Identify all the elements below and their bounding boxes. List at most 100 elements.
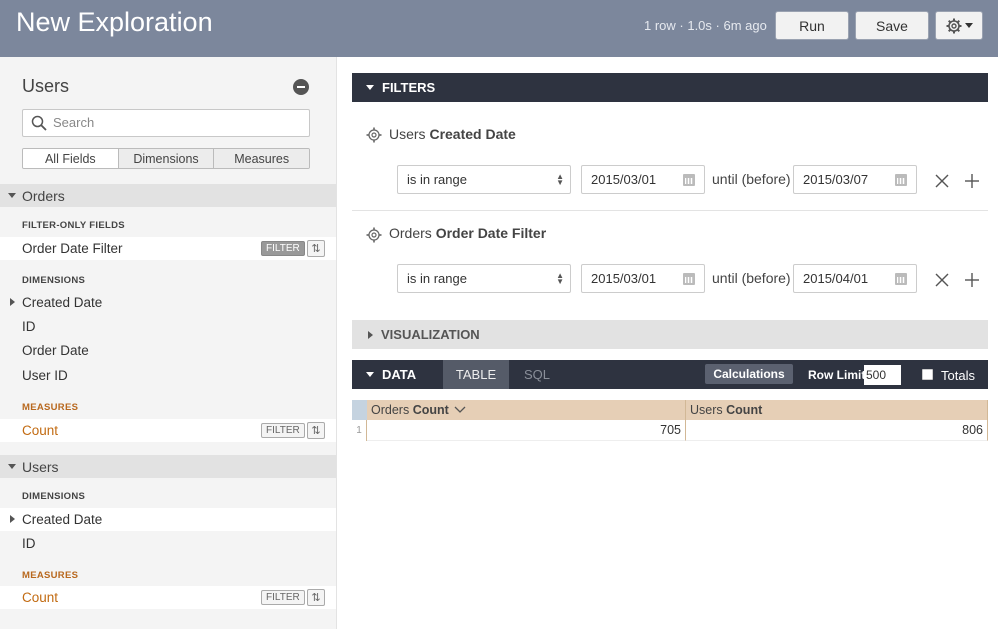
field-item-count[interactable]: Count FILTER ⇅ (0, 419, 336, 442)
filters-section-header[interactable]: FILTERS (352, 73, 988, 102)
collapse-icon[interactable] (293, 79, 309, 95)
view-group-users[interactable]: Users (0, 455, 336, 478)
until-label: until (before) (712, 270, 791, 286)
field-label: User ID (22, 368, 68, 383)
visualization-section-header[interactable]: VISUALIZATION (352, 320, 988, 349)
calendar-icon (895, 273, 907, 285)
filter-operator-select[interactable]: is in range ▲ ▼ (397, 165, 571, 194)
row-limit-label: Row Limit (808, 368, 866, 382)
row-limit-input[interactable] (864, 365, 901, 385)
expand-arrow-icon (10, 298, 15, 306)
calendar-icon (683, 174, 695, 186)
section-label: FILTER-ONLY FIELDS (22, 220, 125, 231)
field-item-count[interactable]: Count FILTER ⇅ (0, 586, 336, 609)
settings-dropdown-button[interactable] (935, 11, 983, 40)
field-item-order-date-filter[interactable]: Order Date Filter FILTER ⇅ (0, 237, 336, 260)
field-label: Count (22, 423, 59, 438)
filter-divider (352, 210, 988, 211)
field-item-user-id[interactable]: User ID (0, 364, 336, 387)
field-picker-sidebar: Users All Fields Dimensions Measures Ord… (0, 57, 337, 629)
filter-view-name: Users (389, 126, 426, 142)
expand-arrow-icon (368, 330, 373, 339)
totals-checkbox[interactable] (922, 369, 933, 380)
view-group-label: Orders (22, 187, 65, 204)
date-from-input[interactable]: 2015/03/01 (581, 165, 705, 194)
calendar-icon (683, 273, 695, 285)
explore-title: Users (22, 76, 70, 96)
date-from-input[interactable]: 2015/03/01 (581, 264, 705, 293)
updown-icon: ▲ ▼ (556, 172, 564, 187)
search-input[interactable] (53, 115, 303, 130)
field-label: Count (22, 590, 59, 605)
tab-measures[interactable]: Measures (214, 149, 309, 168)
date-to-input[interactable]: 2015/03/07 (793, 165, 917, 194)
column-header[interactable]: Orders Count (367, 400, 686, 420)
view-group-orders[interactable]: Orders (0, 184, 336, 207)
section-title: DATA (382, 367, 417, 382)
pivot-icon[interactable]: ⇅ (307, 240, 325, 257)
add-filter-icon[interactable] (965, 273, 979, 287)
select-value: is in range (407, 172, 467, 187)
field-item-id[interactable]: ID (0, 532, 336, 555)
search-box (22, 109, 310, 137)
calculations-button[interactable]: Calculations (705, 364, 793, 384)
section-title: VISUALIZATION (381, 327, 480, 342)
view-group-label: Users (22, 458, 59, 475)
updown-icon: ▲ ▼ (556, 271, 564, 286)
field-filter-tabs: All Fields Dimensions Measures (22, 148, 310, 169)
column-field: Count (412, 403, 449, 417)
run-button[interactable]: Run (775, 11, 849, 40)
field-item-created-date[interactable]: Created Date (0, 508, 336, 531)
expand-arrow-icon (10, 515, 15, 523)
until-label: until (before) (712, 171, 791, 187)
date-value: 2015/03/07 (803, 172, 869, 187)
filter-field-name: Order Date Filter (435, 225, 547, 241)
search-icon (31, 115, 47, 131)
field-label: Order Date Filter (22, 241, 123, 256)
date-value: 2015/03/01 (591, 172, 657, 187)
add-filter-icon[interactable] (965, 174, 979, 188)
tab-table[interactable]: TABLE (443, 360, 509, 389)
gear-icon[interactable] (366, 227, 382, 243)
field-label: ID (22, 319, 36, 334)
filter-operator-select[interactable]: is in range ▲ ▼ (397, 264, 571, 293)
top-header: New Exploration 1 row · 1.0s · 6m ago Ru… (0, 0, 998, 57)
tab-dimensions[interactable]: Dimensions (118, 149, 215, 168)
filter-field-title: Orders Order Date Filter (389, 225, 546, 241)
filter-button[interactable]: FILTER (261, 423, 305, 438)
pivot-icon[interactable]: ⇅ (307, 589, 325, 606)
sort-chevron-icon[interactable] (454, 406, 466, 414)
remove-filter-icon[interactable] (935, 273, 949, 287)
gear-icon[interactable] (366, 127, 382, 143)
section-label: DIMENSIONS (22, 275, 86, 286)
grid-corner (352, 400, 367, 420)
field-item-created-date[interactable]: Created Date (0, 291, 336, 314)
column-view: Users (690, 403, 723, 417)
date-to-input[interactable]: 2015/04/01 (793, 264, 917, 293)
date-value: 2015/03/01 (591, 271, 657, 286)
field-label: Created Date (22, 512, 103, 527)
collapse-arrow-icon (8, 193, 16, 198)
save-button[interactable]: Save (855, 11, 929, 40)
chevron-down-icon (964, 23, 973, 28)
field-label: Order Date (22, 343, 89, 358)
pivot-icon[interactable]: ⇅ (307, 422, 325, 439)
filter-field-title: Users Created Date (389, 126, 516, 142)
tab-all-fields[interactable]: All Fields (23, 149, 119, 168)
filter-button[interactable]: FILTER (261, 241, 305, 256)
tab-sql[interactable]: SQL (524, 360, 550, 389)
field-item-id[interactable]: ID (0, 315, 336, 338)
collapse-arrow-icon (366, 372, 374, 377)
table-cell: 806 (686, 420, 988, 441)
section-label: DIMENSIONS (22, 491, 86, 502)
section-label: MEASURES (22, 570, 79, 581)
filter-view-name: Orders (389, 225, 432, 241)
column-view: Orders (371, 403, 410, 417)
remove-filter-icon[interactable] (935, 174, 949, 188)
row-number: 1 (352, 420, 367, 441)
field-item-order-date[interactable]: Order Date (0, 339, 336, 362)
column-header[interactable]: Users Count (686, 400, 988, 420)
date-value: 2015/04/01 (803, 271, 869, 286)
gear-icon (946, 18, 961, 33)
filter-button[interactable]: FILTER (261, 590, 305, 605)
